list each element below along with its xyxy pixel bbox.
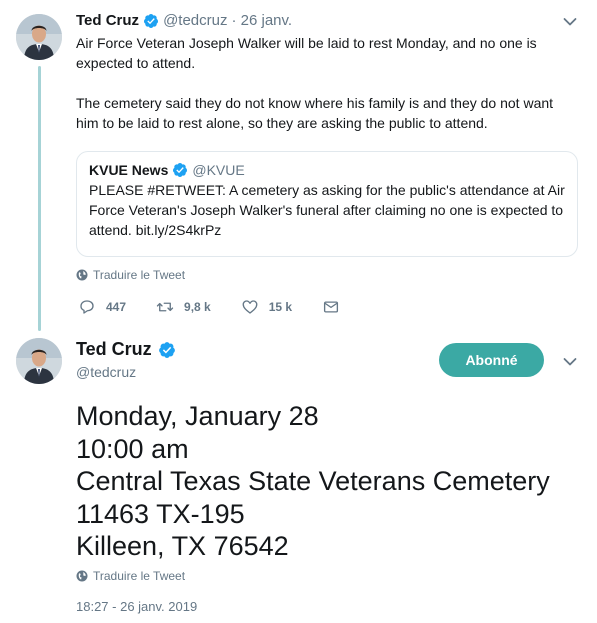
author-name[interactable]: Ted Cruz [76,12,139,29]
quoted-tweet-text: PLEASE #RETWEET: A cemetery as asking fo… [89,182,565,238]
tweet-text: Monday, January 28 10:00 am Central Texa… [76,400,550,563]
like-button[interactable]: 15 k [241,298,292,316]
author-handle[interactable]: @tedcruz [163,12,227,29]
tweet-paragraph: Air Force Veteran Joseph Walker will be … [76,35,537,71]
tweet-header: Ted Cruz @tedcruz · 26 janv. [76,12,292,29]
retweet-icon [156,302,174,312]
direct-message-button[interactable] [322,298,350,316]
tweet-line: 10:00 am [76,433,189,464]
avatar-image [16,338,62,384]
retweet-count: 9,8 k [184,300,211,314]
verified-badge-icon [158,341,175,358]
quoted-author-name: KVUE News [89,162,169,178]
retweet-button[interactable]: 9,8 k [156,298,211,316]
reply-button[interactable]: 447 [78,298,126,316]
avatar[interactable] [16,338,62,384]
translate-tweet-link[interactable]: Traduire le Tweet [76,268,185,282]
tweet-paragraph: The cemetery said they do not know where… [76,95,554,131]
tweet-timestamp[interactable]: 18:27 - 26 janv. 2019 [76,599,197,614]
reply-count: 447 [106,300,127,314]
tweet-line: Monday, January 28 [76,401,319,431]
translate-label: Traduire le Tweet [93,569,186,583]
author-name-row: Ted Cruz [76,339,180,360]
thread-connector-line [38,66,41,331]
tweet-line: 11463 TX-195 [76,498,245,529]
tweet-line: Central Texas State Veterans Cemetery [76,466,550,496]
author-name[interactable]: Ted Cruz [76,339,152,360]
avatar[interactable] [16,14,62,60]
tweet-actions: 447 9,8 k 15 k [78,298,380,316]
chevron-down-icon[interactable] [563,357,577,367]
envelope-icon [324,301,339,313]
tweet-text: Air Force Veteran Joseph Walker will be … [76,33,576,133]
quoted-author-handle: @KVUE [192,162,245,178]
quoted-tweet[interactable]: KVUE News @KVUE PLEASE #RETWEET: A cemet… [76,151,578,257]
tweet-line: Killeen, TX 76542 [76,531,289,561]
like-count: 15 k [268,300,293,314]
tweet-date[interactable]: · 26 janv. [231,12,292,29]
heart-icon [242,300,258,314]
globe-icon [76,269,88,281]
author-handle[interactable]: @tedcruz [76,364,136,380]
translate-tweet-link[interactable]: Traduire le Tweet [76,569,185,583]
chevron-down-icon[interactable] [563,17,577,27]
verified-badge-icon [144,13,159,28]
translate-label: Traduire le Tweet [93,268,186,282]
following-button[interactable]: Abonné [439,343,544,377]
avatar-image [16,14,62,60]
reply-icon [80,300,94,314]
globe-icon [76,570,88,582]
verified-badge-icon [173,163,188,177]
quoted-tweet-header: KVUE News @KVUE [89,162,565,178]
